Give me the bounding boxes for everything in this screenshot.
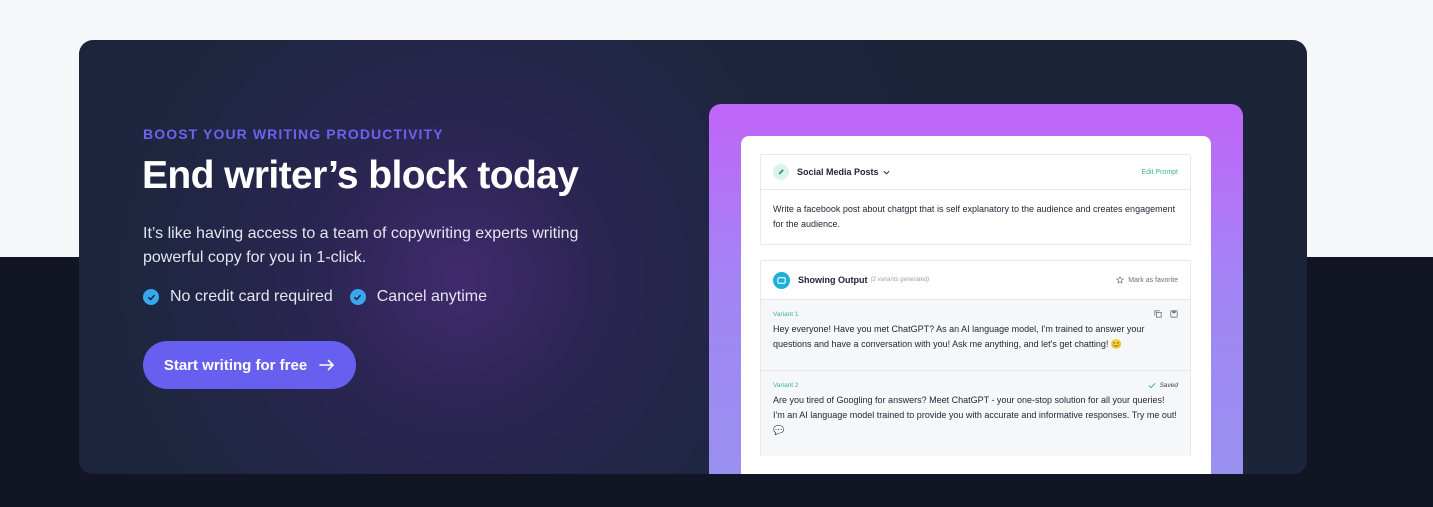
variant-card: Variant 2 Saved Are you tired of Googlin… — [761, 370, 1190, 456]
check-circle-icon — [349, 289, 366, 305]
variant-text: Are you tired of Googling for answers? M… — [773, 395, 1177, 435]
saved-label: Saved — [1159, 381, 1178, 389]
description: It’s like having access to a team of cop… — [143, 225, 579, 266]
check-label: Cancel anytime — [376, 288, 488, 305]
output-title: Showing Output — [798, 275, 868, 285]
check-circle-icon — [143, 289, 159, 305]
eyebrow-text: BOOST YOUR WRITING PRODUCTIVITY — [143, 126, 444, 142]
checkmark-icon — [1148, 382, 1156, 389]
pencil-icon — [773, 164, 789, 180]
copy-icon[interactable] — [1154, 310, 1162, 318]
edit-prompt-link[interactable]: Edit Prompt — [1141, 169, 1178, 176]
app-preview: Social Media Posts Edit Prompt Write a f… — [709, 104, 1243, 474]
saved-indicator: Saved — [1148, 382, 1178, 389]
template-name[interactable]: Social Media Posts — [797, 167, 879, 177]
output-header: Showing Output (2 variants generated) Ma… — [761, 261, 1190, 299]
prompt-text: Write a facebook post about chatgpt that… — [773, 204, 1176, 229]
preview-panel: Social Media Posts Edit Prompt Write a f… — [741, 136, 1211, 474]
save-icon[interactable] — [1170, 310, 1178, 318]
prompt-box: Social Media Posts Edit Prompt Write a f… — [760, 154, 1191, 245]
variants-generated: (2 variants generated) — [870, 277, 930, 283]
star-icon — [1116, 276, 1125, 284]
headline: End writer’s block today — [142, 154, 579, 197]
variant-header: Variant 1 — [773, 308, 1178, 320]
check-item-cancel: Cancel anytime — [349, 288, 488, 306]
cta-label: Start writing for free — [163, 356, 308, 374]
variant-label: Variant 1 — [773, 310, 799, 318]
variant-text: Hey everyone! Have you met ChatGPT? As a… — [773, 324, 1145, 349]
variant-label: Variant 2 — [773, 381, 799, 389]
variant-actions — [1146, 310, 1178, 318]
arrow-right-icon — [319, 359, 335, 371]
mark-favorite-label: Mark as favorite — [1128, 276, 1178, 284]
variant-card: Variant 1 Hey everyone! Have you met Cha… — [761, 299, 1190, 370]
variant-header: Variant 2 Saved — [773, 379, 1178, 391]
prompt-header: Social Media Posts Edit Prompt — [761, 155, 1190, 190]
output-box: Showing Output (2 variants generated) Ma… — [760, 260, 1191, 456]
chevron-down-icon[interactable] — [883, 170, 890, 175]
mark-favorite-button[interactable]: Mark as favorite — [1116, 276, 1178, 284]
check-label: No credit card required — [170, 288, 333, 305]
check-item-no-card: No credit card required — [143, 288, 333, 306]
cta-card: BOOST YOUR WRITING PRODUCTIVITY End writ… — [79, 40, 1307, 474]
start-writing-button[interactable]: Start writing for free — [143, 341, 356, 389]
output-icon — [773, 271, 790, 289]
feature-checks: No credit card required Cancel anytime — [143, 288, 504, 306]
